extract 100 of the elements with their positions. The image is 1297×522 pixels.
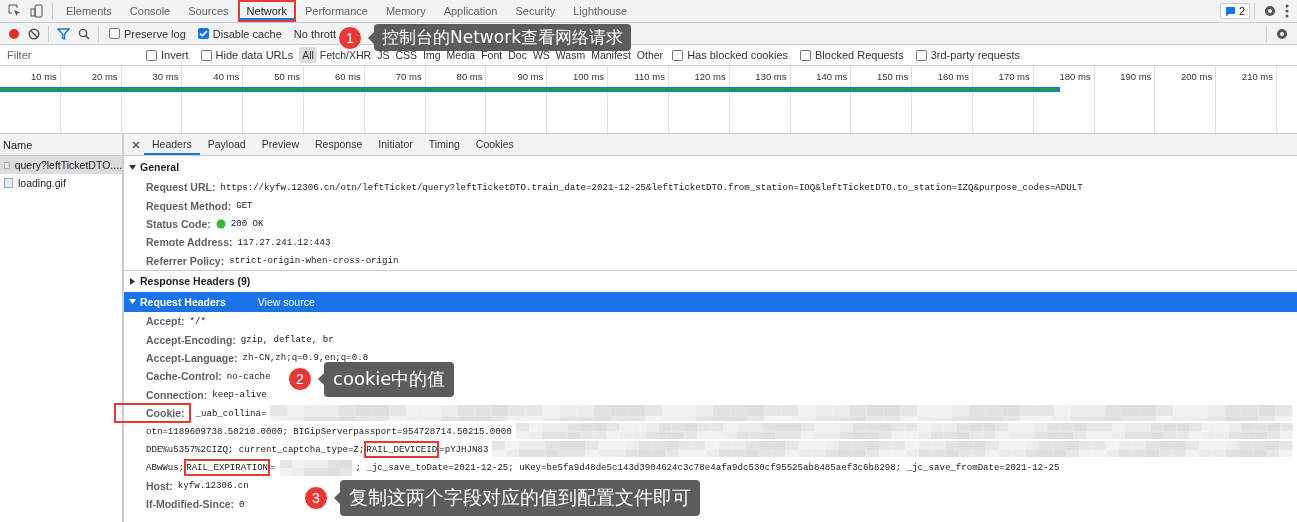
panel-tab[interactable]: Sources	[179, 0, 238, 22]
detail-tab[interactable]: Response	[307, 134, 371, 155]
filter-checkbox[interactable]: Hide data URLs	[194, 49, 300, 61]
request-item[interactable]: query?leftTicketDTO....	[0, 156, 122, 174]
header-value: https://kyfw.12306.cn/otn/leftTicket/query?leftTicketDTO.train_date=2021-12-25&leftTicketDTO.from_station=IOQ&leftTicketDTO.to_station=IZQ&purpose_codes=ADULT	[220, 181, 1083, 193]
header-name: Request URL:	[146, 181, 216, 194]
detail-tab[interactable]: Payload	[199, 134, 254, 155]
panel-tab[interactable]: Console	[120, 0, 180, 22]
time-tick: 150 ms	[877, 71, 909, 84]
close-icon[interactable]	[132, 140, 140, 149]
detail-tab[interactable]: Preview	[253, 134, 307, 155]
callout-pointer	[368, 31, 374, 44]
time-tick: 130 ms	[755, 71, 787, 84]
panel-tab[interactable]: Security	[506, 0, 565, 22]
time-tick: 140 ms	[816, 71, 848, 84]
panel-tab[interactable]: Application	[434, 0, 507, 22]
device-icon[interactable]	[30, 4, 44, 18]
checkmark-icon	[198, 29, 208, 38]
time-tick: 180 ms	[1059, 71, 1091, 84]
filter-icon[interactable]	[57, 27, 70, 40]
option-checkbox[interactable]: Preserve log	[103, 27, 192, 40]
header-value: 0	[239, 498, 245, 510]
settings-icon[interactable]	[1263, 4, 1277, 18]
callout-pointer	[334, 491, 340, 504]
panel-tab[interactable]: Lighthouse	[564, 0, 637, 22]
view-source-link[interactable]: View source	[257, 295, 315, 308]
clear-icon[interactable]	[28, 27, 40, 40]
header-value: strict-origin-when-cross-origin	[229, 255, 399, 267]
filter-checkbox[interactable]: Invert	[140, 49, 195, 61]
collapsed-triangle-icon	[129, 277, 136, 285]
annotation-callout: 控制台的Network查看网络请求	[374, 24, 631, 52]
filter-checkbox[interactable]: 3rd-party requests	[909, 49, 1026, 61]
header-name: Remote Address:	[146, 236, 233, 249]
panel-tab[interactable]: Performance	[295, 0, 377, 22]
cookie-field-name: RAIL_DEVICEID	[364, 440, 440, 458]
detail-tab[interactable]: Initiator	[370, 134, 421, 155]
time-tick: 30 ms	[152, 71, 179, 84]
image-file-icon	[4, 178, 13, 188]
time-tick: 200 ms	[1181, 71, 1213, 84]
settings-icon[interactable]	[1275, 26, 1289, 41]
header-name: Host:	[146, 479, 173, 492]
panel-tab[interactable]: Network	[237, 0, 296, 22]
time-tick: 190 ms	[1120, 71, 1152, 84]
time-tick: 20 ms	[91, 71, 118, 84]
annotation-callout: 复制这两个字段对应的值到配置文件即可	[340, 480, 700, 516]
callout-pointer	[318, 373, 324, 386]
time-tick: 80 ms	[456, 71, 483, 84]
header-value: gzip, deflate, br	[240, 334, 334, 346]
type-filter[interactable]: Other	[633, 47, 667, 63]
header-value: 117.27.241.12:443	[237, 236, 331, 248]
record-icon[interactable]	[8, 27, 20, 40]
header-value: kyfw.12306.cn	[177, 480, 249, 492]
time-tick: 170 ms	[998, 71, 1030, 84]
filter-checkbox[interactable]: Blocked Requests	[794, 49, 910, 61]
inspect-icon[interactable]	[8, 4, 22, 18]
time-tick: 10 ms	[30, 71, 57, 84]
cookie-text: =pYJHJN83	[439, 443, 489, 455]
cookie-text: _uab_collina=	[195, 407, 267, 419]
detail-tab[interactable]: Cookies	[467, 134, 522, 155]
column-header: Name	[3, 138, 33, 151]
time-tick: 110 ms	[634, 71, 665, 84]
cookie-text: ; _jc_save_toDate=2021-12-25; uKey=be5fa9d48de5c143d3904624c3c78e4afa9dc530cf95525ab8485aef3c6b8298; _jc_save_fromDate=2021-12-25	[355, 462, 1060, 474]
header-name: Request Method:	[146, 199, 232, 212]
cookie-text: otn=1189609738.50210.0000; BIGipServerpassport=954728714.50215.0000	[146, 425, 512, 437]
step-number-badge: 3	[304, 485, 328, 510]
header-name: Cache-Control:	[146, 370, 222, 383]
section-title: Request Headers	[140, 295, 226, 308]
time-tick: 120 ms	[694, 71, 726, 84]
detail-tab[interactable]: Timing	[420, 134, 468, 155]
cookie-text: =	[270, 462, 276, 474]
time-tick: 60 ms	[334, 71, 361, 84]
header-name: Status Code:	[146, 217, 211, 230]
filter-checkbox[interactable]: Has blocked cookies	[666, 49, 794, 61]
cookie-field-name: RAIL_EXPIRATION	[184, 459, 271, 477]
expanded-triangle-icon	[129, 163, 136, 171]
header-name: Cookie:	[114, 403, 191, 423]
header-value: no-cache	[226, 370, 271, 382]
cookie-text: DDE%u5357%2CIZQ; current_captcha_type=Z;	[146, 443, 365, 455]
type-filter[interactable]: All	[299, 47, 317, 63]
cookie-text: ABwWus;	[146, 462, 185, 474]
more-menu-icon[interactable]	[1285, 4, 1289, 18]
step-number-badge: 2	[288, 367, 312, 392]
header-name: Accept-Language:	[146, 351, 238, 364]
section-header[interactable]: Request Headers View source	[124, 291, 1297, 312]
header-name: Accept:	[146, 315, 185, 328]
header-name: If-Modified-Since:	[146, 498, 235, 511]
header-value: zh-CN,zh;q=0.9,en;q=0.8	[242, 352, 369, 364]
panel-tab[interactable]: Elements	[57, 0, 121, 22]
section-title: Response Headers (9)	[140, 275, 251, 288]
time-tick: 90 ms	[517, 71, 544, 84]
annotation-callout: cookie中的值	[324, 362, 455, 397]
option-checkbox[interactable]: Disable cache	[191, 27, 288, 40]
panel-tab[interactable]: Memory	[376, 0, 435, 22]
time-tick: 40 ms	[213, 71, 240, 84]
issues-badge[interactable]: 2	[1219, 3, 1250, 19]
document-icon	[4, 159, 10, 171]
type-filter[interactable]: Fetch/XHR	[316, 47, 375, 63]
header-name: Connection:	[146, 388, 208, 401]
search-icon[interactable]	[78, 27, 90, 40]
time-tick: 210 ms	[1241, 71, 1273, 84]
